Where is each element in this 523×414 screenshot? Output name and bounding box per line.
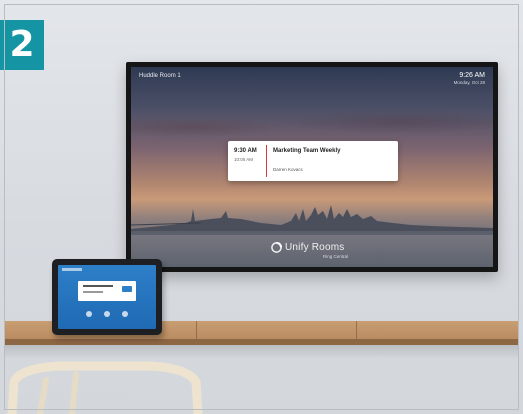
room-control-tablet: [52, 259, 162, 335]
shelf-shadow: [5, 345, 518, 359]
wooden-chair: [7, 361, 203, 414]
shelf-seam: [196, 321, 197, 341]
step-number-badge: 2: [0, 20, 44, 70]
tablet-dot-icon: [104, 311, 110, 317]
meeting-title: Marketing Team Weekly: [273, 148, 341, 154]
tv-screen: Huddle Room 1 9:26 AM Monday, Oct 28 9:3…: [131, 67, 493, 267]
meeting-accent-bar: [266, 145, 267, 177]
photo-scene: 2 Huddle Room 1 9:26 AM Monday, Oct 28 9…: [0, 0, 523, 414]
tablet-join-button: [122, 286, 132, 292]
current-date: Monday, Oct 28: [453, 80, 485, 85]
next-meeting-card: 9:30 AM 10:00 AM Marketing Team Weekly D…: [228, 141, 398, 181]
brand-lockup: Unify Rooms: [271, 240, 344, 254]
unify-logo-icon: [271, 241, 282, 253]
tablet-card-line: [83, 285, 113, 287]
tablet-dot-icon: [86, 311, 92, 317]
room-name-label: Huddle Room 1: [139, 73, 181, 79]
tablet-dot-icon: [122, 311, 128, 317]
meeting-end-time: 10:00 AM: [234, 157, 254, 162]
tablet-header-bar: [62, 268, 82, 271]
brand-subtitle: Ring Central: [323, 254, 349, 259]
city-skyline: [131, 205, 493, 239]
tablet-screen: [58, 265, 156, 329]
current-time: 9:26 AM: [459, 72, 485, 79]
meeting-organizer: Darren Kovacs: [273, 167, 303, 172]
tablet-card-line: [83, 291, 103, 293]
wall-display-tv: Huddle Room 1 9:26 AM Monday, Oct 28 9:3…: [126, 62, 498, 272]
shelf-seam: [356, 321, 357, 341]
tablet-icon-row: [58, 311, 156, 323]
tablet-meeting-card: [78, 281, 136, 301]
meeting-start-time: 9:30 AM: [234, 148, 257, 154]
brand-name: Unify Rooms: [285, 241, 345, 253]
